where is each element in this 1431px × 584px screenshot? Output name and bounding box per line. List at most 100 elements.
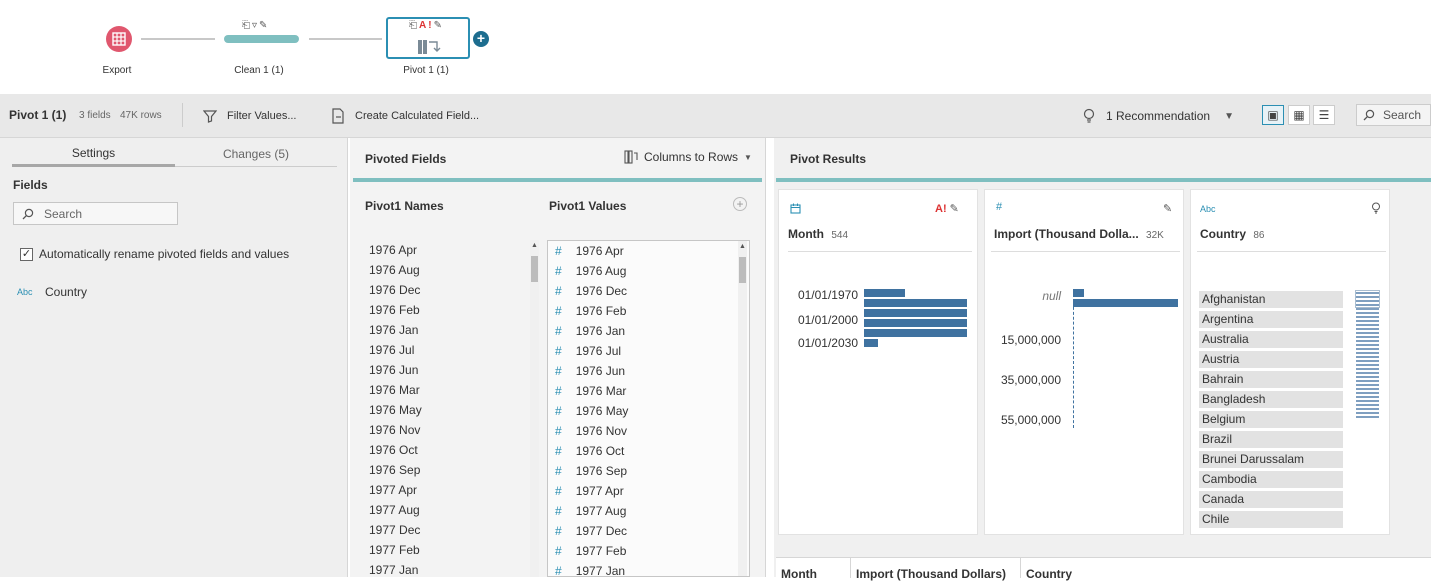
pivot-value-item[interactable]: #1977 Apr [555, 481, 735, 501]
month-field-count: 544 [831, 230, 849, 241]
grid-divider [1020, 558, 1021, 578]
profile-card-import[interactable]: # ✎ Import (Thousand Dolla... 32K null 1… [984, 189, 1184, 535]
pivot-name-item[interactable]: 1976 Feb [369, 300, 524, 320]
list-view-icon: ☰ [1318, 108, 1330, 122]
pivot-value-item[interactable]: #1976 Nov [555, 421, 735, 441]
pivot-value-item[interactable]: #1976 Aug [555, 261, 735, 281]
pivot-name-item[interactable]: 1977 Aug [369, 500, 524, 520]
month-bar[interactable] [864, 329, 967, 337]
pivot-name-item[interactable]: 1976 Oct [369, 440, 524, 460]
pivot-value-item[interactable]: #1976 Jul [555, 341, 735, 361]
month-axis-label: 01/01/2000 [797, 313, 858, 327]
pivot-name-item[interactable]: 1977 Jan [369, 560, 524, 580]
grid-header-country[interactable]: Country [1026, 564, 1072, 584]
pivot-node[interactable]: ⎗A!✎ [386, 17, 470, 59]
pivot-type-dropdown[interactable]: Columns to Rows ▼ [624, 150, 752, 164]
pivot-value-item[interactable]: #1977 Aug [555, 501, 735, 521]
month-bar[interactable] [864, 319, 967, 327]
pivot-value-item[interactable]: #1976 Mar [555, 381, 735, 401]
country-value-item[interactable]: Bahrain [1199, 371, 1343, 388]
scroll-thumb[interactable] [739, 257, 746, 283]
import-bar[interactable] [1073, 299, 1178, 307]
month-axis-label: 01/01/2030 [797, 336, 858, 350]
pivot-value-item[interactable]: #1976 Oct [555, 441, 735, 461]
tab-settings[interactable]: Settings [12, 146, 175, 160]
scroll-thumb[interactable] [531, 256, 538, 282]
pivot-node-label: Pivot 1 (1) [403, 65, 449, 76]
grid-header-month[interactable]: Month [781, 564, 817, 584]
recommendation-dropdown[interactable]: 1 Recommendation ▼ [1082, 105, 1234, 127]
pivot-name-item[interactable]: 1977 Feb [369, 540, 524, 560]
pivot-names-list: 1976 Apr 1976 Aug 1976 Dec 1976 Feb 1976 Jan… [369, 240, 524, 580]
country-field-name: Country [1200, 227, 1246, 241]
month-bar[interactable] [864, 309, 967, 317]
country-value-item[interactable]: Afghanistan [1199, 291, 1343, 308]
country-scroll-overview[interactable] [1355, 290, 1380, 420]
import-axis-label: 55,000,000 [1000, 413, 1061, 427]
grid-header-import[interactable]: Import (Thousand Dollars) [856, 564, 1006, 584]
list-view-button[interactable]: ☰ [1313, 105, 1335, 125]
country-value-item[interactable]: Cambodia [1199, 471, 1343, 488]
fields-search-input[interactable]: Search [13, 202, 178, 225]
pivot-value-item[interactable]: #1976 May [555, 401, 735, 421]
pivot-value-item[interactable]: #1976 Jun [555, 361, 735, 381]
pivot-value-item[interactable]: #1976 Feb [555, 301, 735, 321]
profile-card-month[interactable]: A! ✎ Month 544 01/01/1970 01/01/2000 01/… [778, 189, 978, 535]
card-view-button[interactable]: ▣ [1262, 105, 1284, 125]
flow-connector [141, 38, 215, 40]
pivot-value-item[interactable]: #1977 Dec [555, 521, 735, 541]
pivot-name-item[interactable]: 1977 Dec [369, 520, 524, 540]
pivot-name-item[interactable]: 1976 Mar [369, 380, 524, 400]
country-value-item[interactable]: Argentina [1199, 311, 1343, 328]
month-bar[interactable] [864, 299, 967, 307]
month-histogram[interactable] [864, 289, 974, 349]
pivot-name-item[interactable]: 1976 May [369, 400, 524, 420]
clean-node[interactable] [224, 35, 299, 43]
country-value-item[interactable]: Chile [1199, 511, 1343, 528]
create-calculated-field-button[interactable]: Create Calculated Field... [331, 106, 479, 126]
tab-changes[interactable]: Changes (5) [175, 147, 337, 161]
pivot-value-label: 1976 Aug [575, 264, 627, 278]
pivot-name-item[interactable]: 1976 Jan [369, 320, 524, 340]
pivot-name-item[interactable]: 1976 Dec [369, 280, 524, 300]
pivot-name-item[interactable]: 1976 Sep [369, 460, 524, 480]
month-bar[interactable] [864, 289, 905, 297]
import-bar[interactable] [1073, 289, 1084, 297]
pivot-name-item[interactable]: 1976 Jul [369, 340, 524, 360]
pivot-value-item[interactable]: #1977 Feb [555, 541, 735, 561]
pivot-value-item[interactable]: #1976 Jan [555, 321, 735, 341]
calculated-field-icon [332, 108, 344, 124]
pivot-value-item[interactable]: #1977 Jan [555, 561, 735, 581]
month-bar[interactable] [864, 339, 878, 347]
add-step-button[interactable]: + [473, 31, 489, 47]
country-value-item[interactable]: Canada [1199, 491, 1343, 508]
export-node[interactable] [106, 26, 132, 52]
country-value-item[interactable]: Belgium [1199, 411, 1343, 428]
card-divider [788, 251, 972, 252]
profile-card-country[interactable]: Abc Country 86 Afghanistan Argentina Austr… [1190, 189, 1390, 535]
filter-values-button[interactable]: Filter Values... [203, 106, 297, 126]
pivot-name-item[interactable]: 1976 Jun [369, 360, 524, 380]
pivot-name-item[interactable]: 1976 Apr [369, 240, 524, 260]
country-value-item[interactable]: Brazil [1199, 431, 1343, 448]
names-scrollbar[interactable]: ▲ [530, 240, 539, 577]
import-histogram[interactable] [1073, 289, 1178, 311]
country-value-item[interactable]: Bangladesh [1199, 391, 1343, 408]
grid-view-button[interactable]: ▦ [1288, 105, 1310, 125]
pivot-value-item[interactable]: #1976 Sep [555, 461, 735, 481]
add-pivot-column-button[interactable]: + [733, 197, 747, 211]
country-value-item[interactable]: Brunei Darussalam [1199, 451, 1343, 468]
auto-rename-checkbox[interactable]: ✓ [20, 248, 33, 261]
pivot-name-item[interactable]: 1976 Nov [369, 420, 524, 440]
toolbar-search-input[interactable]: Search [1356, 104, 1431, 126]
import-field-count: 32K [1146, 230, 1164, 241]
pivot-value-item[interactable]: #1976 Dec [555, 281, 735, 301]
values-scrollbar[interactable]: ▲ [738, 241, 747, 576]
pivot-value-item[interactable]: #1976 Apr [555, 241, 735, 261]
pivot-name-item[interactable]: 1976 Aug [369, 260, 524, 280]
country-value-item[interactable]: Australia [1199, 331, 1343, 348]
field-country[interactable]: Country [45, 285, 87, 299]
pivot-values-header: Pivot1 Values [549, 199, 627, 213]
pivot-name-item[interactable]: 1977 Apr [369, 480, 524, 500]
country-value-item[interactable]: Austria [1199, 351, 1343, 368]
